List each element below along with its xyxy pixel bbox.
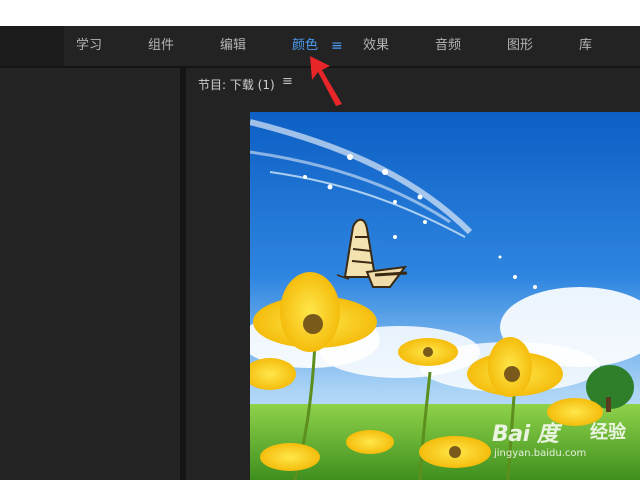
tab-audio[interactable]: 音频	[435, 26, 461, 66]
annotation-arrow-icon	[310, 56, 342, 106]
program-panel-title[interactable]: 节目: 下载 (1)	[198, 76, 275, 93]
tab-editing[interactable]: 编辑	[220, 26, 246, 66]
tab-learning[interactable]: 学习	[76, 26, 102, 66]
watermark-product: 经验	[590, 422, 626, 443]
top-blank-area	[0, 0, 640, 26]
tab-libraries[interactable]: 库	[579, 26, 592, 66]
tab-graphics[interactable]: 图形	[507, 26, 533, 66]
panel-menu-icon[interactable]: ≡	[282, 74, 293, 89]
source-panel	[0, 68, 180, 480]
tab-assembly[interactable]: 组件	[148, 26, 174, 66]
watermark-url: jingyan.baidu.com	[494, 448, 587, 459]
program-panel-header: 节目: 下载 (1) ≡	[186, 68, 640, 98]
watermark-logo: Bai 度	[492, 422, 559, 447]
menubar-left-area	[0, 26, 64, 66]
tab-effects[interactable]: 效果	[363, 26, 389, 66]
baidu-watermark: Bai 度 经验 jingyan.baidu.com	[492, 412, 640, 468]
